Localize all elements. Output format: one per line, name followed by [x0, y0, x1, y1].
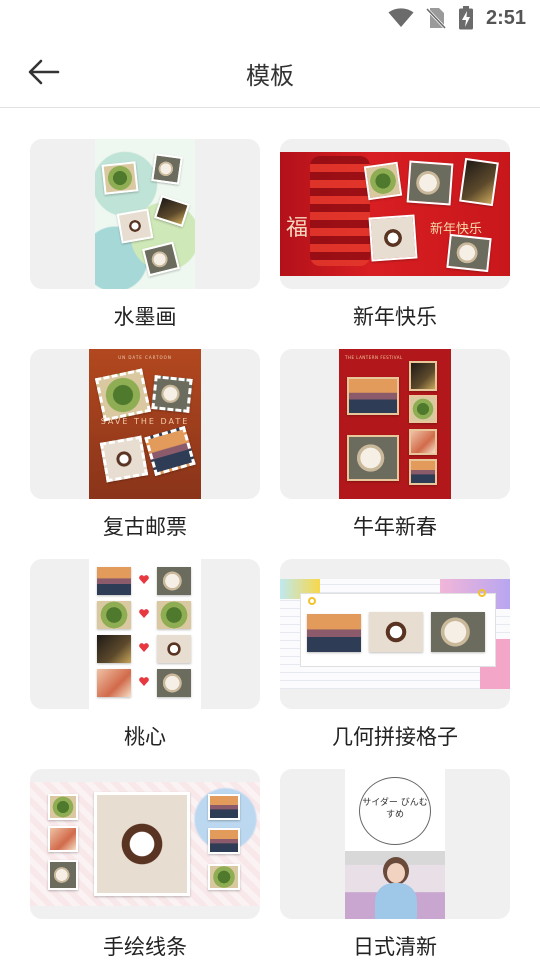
no-sim-icon [425, 7, 446, 29]
template-label: 牛年新春 [353, 515, 437, 539]
app-bar: 模板 [0, 36, 540, 108]
template-label: 水墨画 [113, 305, 177, 329]
ox-header: THE LANTERN FESTIVAL [345, 355, 403, 360]
preview-heart-background [89, 559, 201, 709]
preview-ink-background [95, 139, 195, 289]
template-card-ink-painting[interactable]: 水墨画 [30, 139, 260, 345]
status-icons: 2:51 [388, 6, 526, 30]
template-thumbnail [30, 769, 260, 919]
template-card-ox-spring-festival[interactable]: THE LANTERN FESTIVAL 牛年新春 [280, 349, 510, 555]
template-label: 几何拼接格子 [332, 725, 458, 749]
template-thumbnail: UN DATE CARTOON SAVE THE DATE [30, 349, 260, 499]
template-label: 桃心 [124, 725, 166, 749]
status-bar: 2:51 [0, 0, 540, 36]
preview-hand-drawn-background [30, 782, 260, 906]
preview-new-year-background: 福 新年快乐 [280, 152, 510, 276]
page-title: 模板 [246, 62, 294, 90]
template-label: 复古邮票 [103, 515, 187, 539]
template-thumbnail: THE LANTERN FESTIVAL [280, 349, 510, 499]
status-time: 2:51 [485, 6, 526, 29]
firecrackers [310, 156, 370, 266]
wifi-icon [388, 8, 414, 27]
template-card-heart[interactable]: 桃心 [30, 559, 260, 765]
template-card-hand-drawn-lines[interactable]: 手绘线条 [30, 769, 260, 960]
stamp-text: SAVE THE DATE [100, 417, 190, 426]
heart-icon [139, 677, 149, 686]
portrait-photo [345, 851, 445, 919]
template-label: 日式清新 [353, 935, 437, 959]
preview-ox-background: THE LANTERN FESTIVAL [339, 349, 451, 499]
preview-geometric-background [280, 579, 510, 689]
heart-icon [139, 643, 149, 652]
template-thumbnail [30, 139, 260, 289]
heart-icon [139, 575, 149, 584]
japanese-text: サイダー びんむすめ [362, 798, 428, 820]
template-label: 新年快乐 [353, 305, 437, 329]
template-thumbnail [280, 559, 510, 709]
template-label: 手绘线条 [103, 935, 187, 959]
template-thumbnail: 福 新年快乐 [280, 139, 510, 289]
stamp-header: UN DATE CARTOON [118, 355, 172, 360]
template-thumbnail [30, 559, 260, 709]
fu-char: 福 [286, 216, 309, 241]
template-card-japanese-fresh[interactable]: サイダー びんむすめ 日式清新 [280, 769, 510, 960]
template-card-geometric-grid[interactable]: 几何拼接格子 [280, 559, 510, 765]
heart-icon [139, 609, 149, 618]
preview-stamp-background: UN DATE CARTOON SAVE THE DATE [89, 349, 201, 499]
template-card-happy-new-year[interactable]: 福 新年快乐 新年快乐 [280, 139, 510, 345]
preview-card [300, 593, 496, 667]
battery-charging-icon [458, 6, 473, 30]
template-card-vintage-stamp[interactable]: UN DATE CARTOON SAVE THE DATE 复古邮票 [30, 349, 260, 555]
template-thumbnail: サイダー びんむすめ [280, 769, 510, 919]
preview-japanese-background: サイダー びんむすめ [345, 769, 445, 919]
